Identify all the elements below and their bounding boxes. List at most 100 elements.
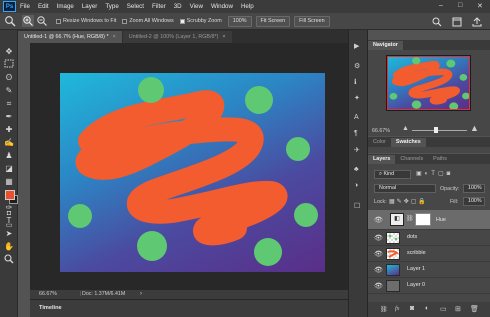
close-tab-icon[interactable]: × (222, 34, 225, 40)
menu-file[interactable]: File (20, 3, 30, 10)
gradient-tool-icon[interactable]: ▦ (3, 176, 15, 187)
zoom-out-icon[interactable] (36, 15, 48, 27)
hand-tool-icon[interactable]: ✋ (3, 241, 15, 252)
tab-layers[interactable]: Layers (368, 155, 396, 164)
menu-3d[interactable]: 3D (174, 3, 182, 10)
link-icon[interactable]: ⛓ (406, 215, 414, 222)
menu-select[interactable]: Select (127, 3, 144, 10)
maximize-icon[interactable]: □ (458, 2, 462, 9)
paragraph-icon[interactable]: ¶ (354, 130, 358, 137)
zoom-slider-handle[interactable] (434, 127, 438, 133)
adjustments-icon[interactable]: ◑ (354, 182, 358, 189)
link-layers-icon[interactable]: ⛓ (380, 306, 388, 313)
screen-mode-icon[interactable]: ▭ (3, 220, 15, 231)
crop-tool-icon[interactable]: ⌗ (3, 98, 15, 109)
timeline-title[interactable]: Timeline (39, 305, 62, 311)
blend-mode-select[interactable]: Normal (374, 184, 436, 193)
navigator-zoom[interactable]: 66.67% (372, 128, 390, 134)
navigator-view-box[interactable] (387, 56, 470, 110)
share-icon[interactable] (472, 17, 482, 27)
new-group-icon[interactable]: ▭ (440, 305, 447, 313)
workspace-icon[interactable] (452, 17, 462, 27)
search-icon[interactable] (432, 17, 442, 27)
close-tab-icon[interactable]: × (113, 34, 116, 40)
navigator-thumbnail[interactable] (386, 55, 471, 111)
menu-type[interactable]: Type (105, 3, 118, 10)
new-adjustment-icon[interactable]: ◐ (425, 305, 429, 312)
zoom-out-small-icon[interactable]: ▲ (402, 125, 409, 132)
zoom-100-button[interactable]: 100% (227, 15, 252, 27)
visibility-eye-icon[interactable]: 👁 (374, 234, 383, 242)
actions-icon[interactable]: ♣ (354, 166, 359, 173)
document-canvas[interactable] (60, 73, 325, 272)
brush-settings-icon[interactable]: ✦ (354, 94, 360, 102)
menu-window[interactable]: Window (211, 3, 233, 10)
tab-untitled-2[interactable]: Untitled-2 @ 100% (Layer 1, RGB/8*) × (122, 31, 232, 43)
properties-icon[interactable]: ⚙ (354, 62, 360, 70)
brush-tool-icon[interactable]: ✍ (3, 137, 15, 148)
fx-icon[interactable]: fx (395, 306, 399, 312)
tab-swatches[interactable]: Swatches (390, 138, 426, 147)
quick-selection-tool-icon[interactable]: ✎ (3, 85, 15, 96)
scrubby-zoom-checkbox[interactable]: Scrubby Zoom (179, 18, 222, 24)
tab-untitled-1[interactable]: Untitled-1 @ 66.7% (Hue, RGB/8) * × (18, 31, 122, 43)
layer-name[interactable]: scribble (407, 250, 426, 256)
layer-row-hue[interactable]: 👁 ◧ ⛓ Hue (368, 210, 490, 230)
layer-name[interactable]: Hue (436, 217, 446, 223)
eyedropper-tool-icon[interactable]: ✒ (3, 111, 15, 122)
zoom-tool-icon[interactable] (4, 15, 18, 27)
checkbox-box[interactable] (179, 18, 185, 24)
menu-view[interactable]: View (190, 3, 203, 10)
visibility-eye-icon[interactable]: 👁 (374, 282, 383, 290)
zoom-tool-icon[interactable] (3, 254, 15, 265)
layer-row-dots[interactable]: 👁 dots (368, 230, 490, 246)
opacity-input[interactable]: 100% (463, 184, 485, 193)
layer-row-layer-0[interactable]: 👁 Layer 0 (368, 278, 490, 294)
zoom-level[interactable]: 66.67% (39, 290, 57, 299)
menu-layer[interactable]: Layer (82, 3, 97, 10)
layer-name[interactable]: dots (407, 234, 417, 240)
add-mask-icon[interactable]: ◙ (410, 305, 414, 312)
tab-color[interactable]: Color (368, 138, 391, 147)
quick-mask-icon[interactable]: ◘ (3, 208, 15, 219)
status-arrow-icon[interactable]: › (140, 290, 142, 299)
visibility-eye-icon[interactable]: 👁 (374, 216, 383, 224)
zoom-slider-track[interactable] (412, 130, 467, 131)
tab-paths[interactable]: Paths (428, 155, 452, 164)
kind-filter-select[interactable]: ⌕ Kind (374, 170, 411, 179)
new-layer-icon[interactable]: ⊞ (455, 305, 461, 313)
tab-channels[interactable]: Channels (395, 155, 428, 164)
character-icon[interactable]: A (354, 114, 359, 121)
styles-icon[interactable]: ☐ (354, 202, 360, 210)
lasso-tool-icon[interactable]: ʘ (3, 72, 15, 83)
zoom-in-small-icon[interactable]: ▲ (470, 123, 479, 133)
eraser-tool-icon[interactable]: ◪ (3, 163, 15, 174)
zoom-all-windows-checkbox[interactable]: Zoom All Windows (122, 18, 174, 24)
resize-windows-checkbox[interactable]: Resize Windows to Fit (56, 18, 116, 24)
stamp-tool-icon[interactable]: ♟ (3, 150, 15, 161)
checkbox-box[interactable] (56, 18, 61, 24)
visibility-eye-icon[interactable]: 👁 (374, 266, 383, 274)
layer-row-scribble[interactable]: 👁 scribble (368, 246, 490, 262)
glyphs-icon[interactable]: ✈ (354, 146, 360, 154)
fill-screen-button[interactable]: Fill Screen (294, 15, 330, 27)
fit-screen-button[interactable]: Fit Screen (255, 15, 291, 27)
visibility-eye-icon[interactable]: 👁 (374, 250, 383, 258)
layer-row-layer-1[interactable]: 👁 Layer 1 (368, 262, 490, 278)
layer-name[interactable]: Layer 0 (407, 282, 425, 288)
move-tool-icon[interactable]: ✥ (3, 46, 15, 57)
trash-icon[interactable]: 🗑 (470, 305, 479, 313)
minimize-icon[interactable]: – (439, 2, 443, 9)
fill-input[interactable]: 100% (463, 197, 485, 206)
healing-brush-tool-icon[interactable]: ✚ (3, 124, 15, 135)
menu-help[interactable]: Help (241, 3, 254, 10)
tab-navigator[interactable]: Navigator (368, 41, 403, 50)
foreground-color-swatch[interactable] (5, 190, 15, 200)
filter-icons[interactable]: ▣◐T▢◙ (416, 170, 453, 177)
menu-edit[interactable]: Edit (38, 3, 49, 10)
layer-mask-thumbnail[interactable] (415, 213, 431, 226)
layer-name[interactable]: Layer 1 (407, 266, 425, 272)
menu-image[interactable]: Image (57, 3, 74, 10)
info-icon[interactable]: ℹ (354, 78, 357, 86)
zoom-in-icon[interactable] (22, 15, 34, 27)
